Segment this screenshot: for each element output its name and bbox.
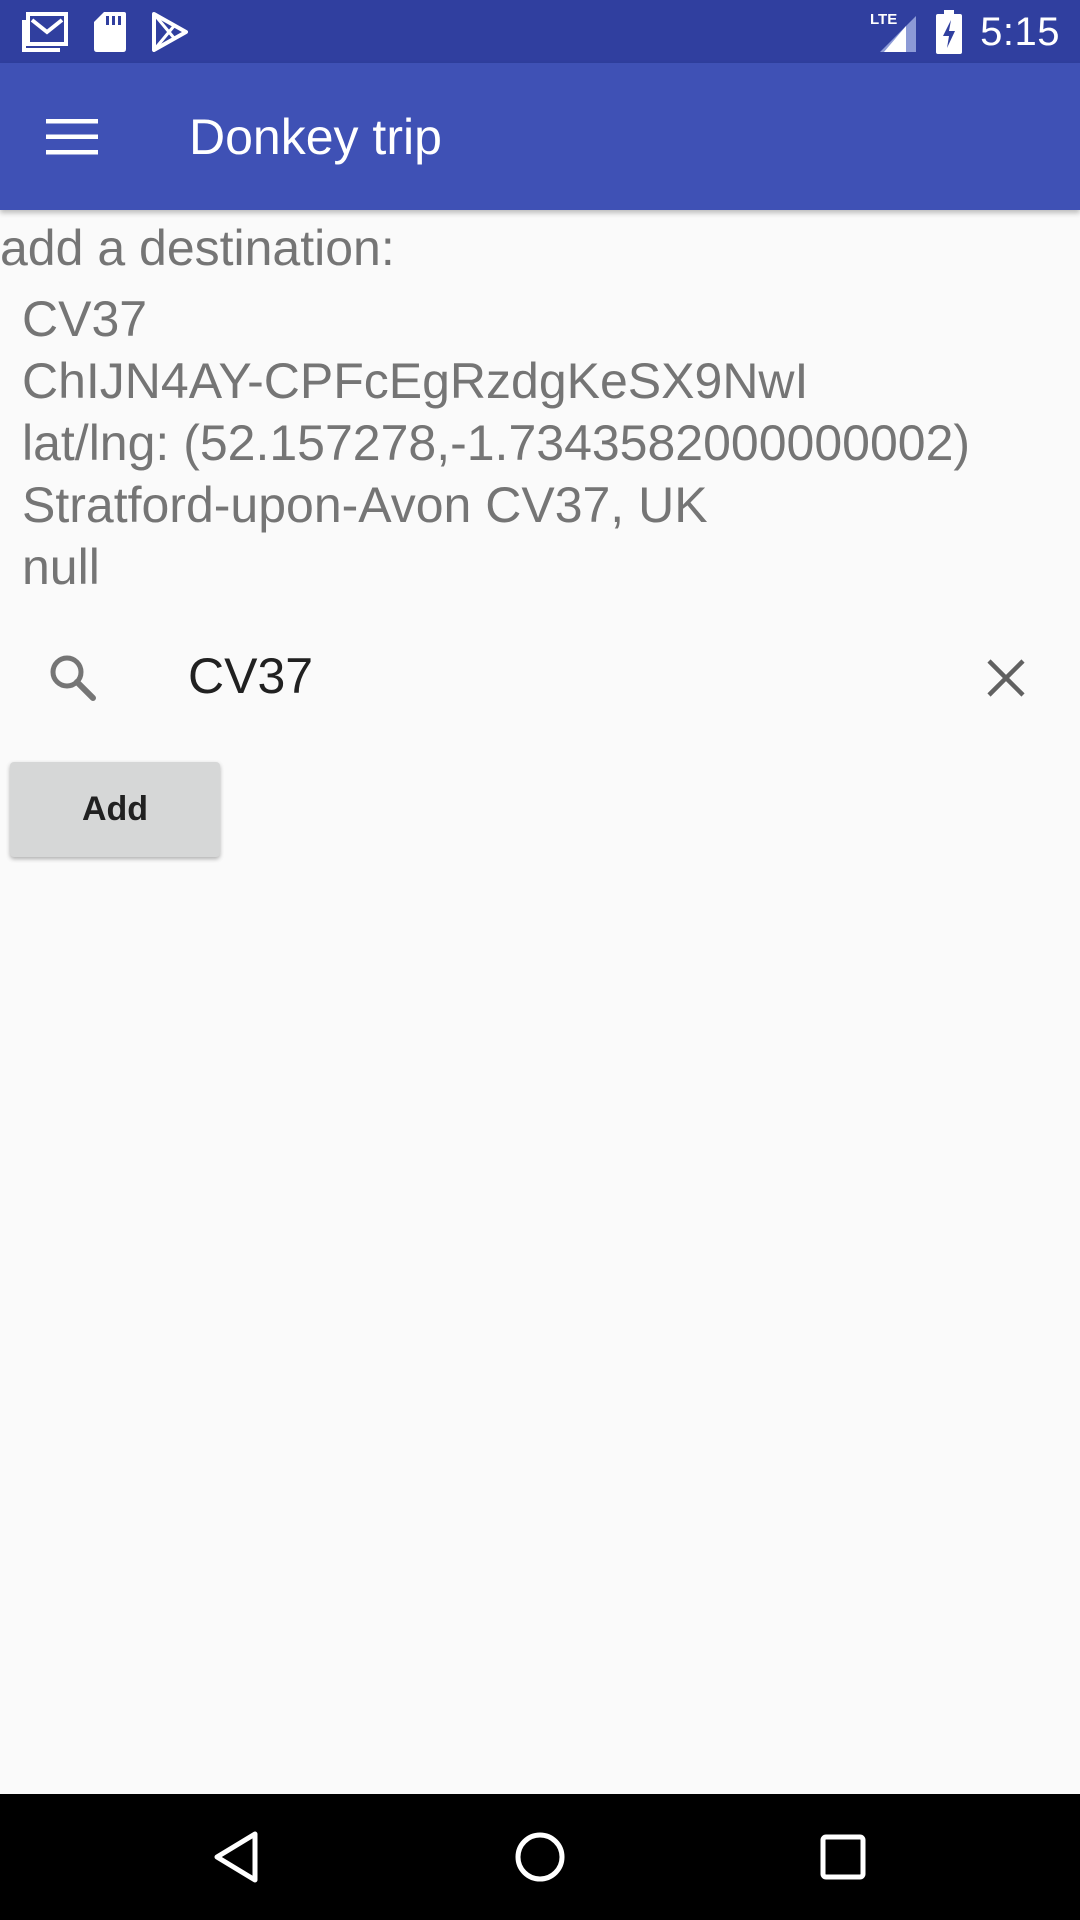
search-icon[interactable]: [43, 648, 103, 708]
place-extra: null: [22, 539, 100, 595]
system-icons: LTE 5:15: [870, 8, 1060, 56]
home-icon[interactable]: [500, 1817, 580, 1897]
notification-icons: [22, 10, 188, 54]
place-address: Stratford-upon-Avon CV37, UK: [22, 477, 708, 533]
place-id: ChIJN4AY-CPFcEgRzdgKeSX9NwI: [22, 353, 809, 409]
network-label: LTE: [870, 11, 897, 28]
sd-card-icon: [94, 12, 126, 52]
place-name: CV37: [22, 291, 148, 347]
system-nav-bar: [0, 1794, 1080, 1920]
app-toolbar: Donkey trip: [0, 63, 1080, 210]
play-store-icon: [152, 12, 188, 52]
status-bar: LTE 5:15: [0, 0, 1080, 63]
close-icon[interactable]: [970, 648, 1042, 708]
page-title: Donkey trip: [189, 109, 442, 165]
place-details: CV37 ChIJN4AY-CPFcEgRzdgKeSX9NwI lat/lng…: [22, 288, 1072, 598]
place-latlng: lat/lng: (52.157278,-1.7343582000000002): [22, 415, 971, 471]
hamburger-menu-icon[interactable]: [36, 107, 108, 167]
back-icon[interactable]: [196, 1817, 276, 1897]
gmail-icon: [22, 12, 68, 52]
place-search-bar: [0, 618, 1080, 732]
signal-icon: LTE: [870, 10, 918, 54]
battery-charging-icon: [936, 10, 963, 54]
status-time: 5:15: [980, 10, 1060, 54]
search-input[interactable]: [188, 643, 948, 709]
add-destination-heading: add a destination:: [0, 220, 395, 276]
recents-icon[interactable]: [803, 1817, 883, 1897]
add-button[interactable]: Add: [10, 762, 220, 857]
